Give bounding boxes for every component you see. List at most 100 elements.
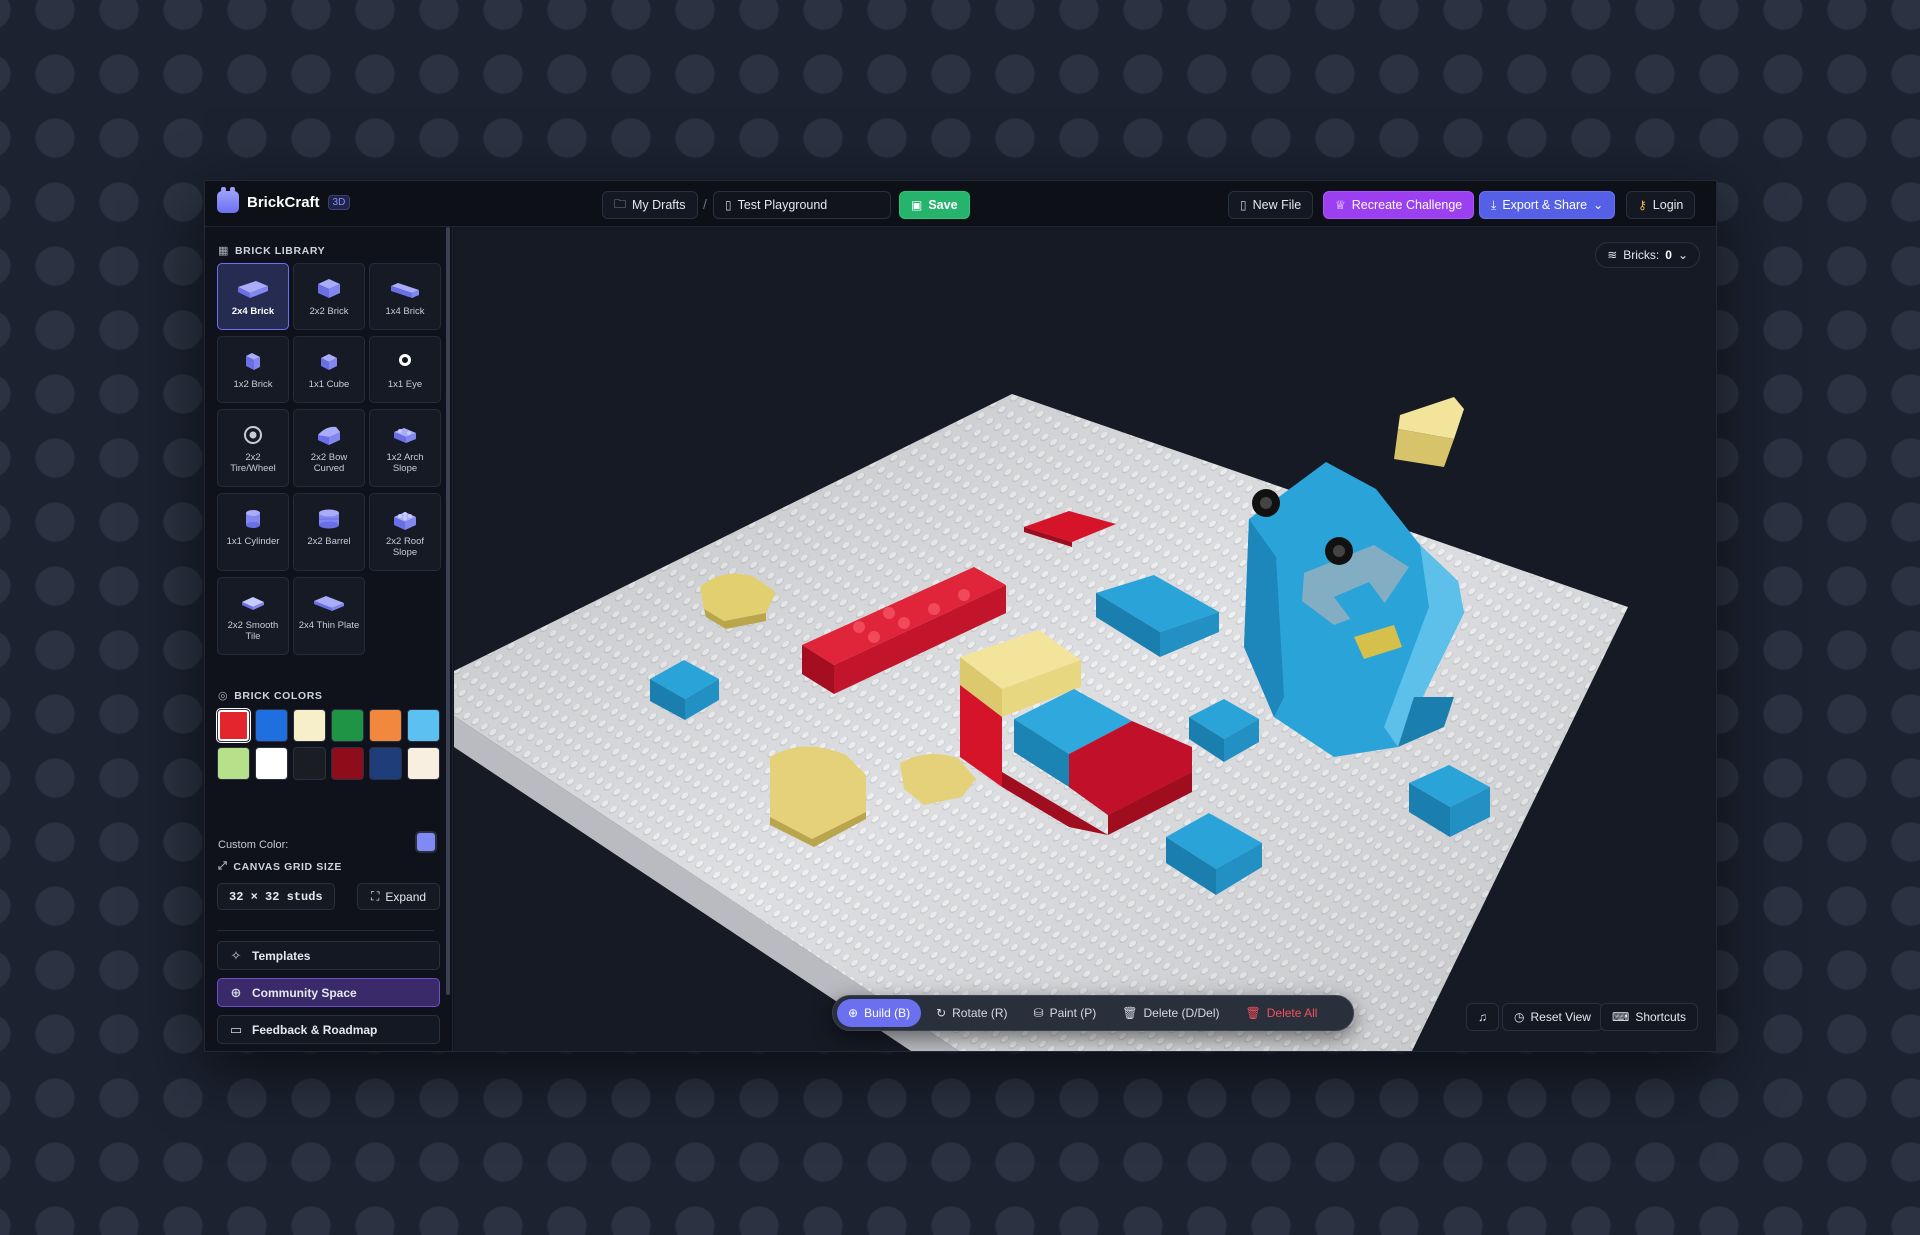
brick-colors-title: BRICK COLORS — [234, 689, 323, 702]
brick-label: 2x2 Tire/Wheel — [230, 452, 276, 474]
brick-label: 1x4 Brick — [385, 306, 425, 317]
color-swatch[interactable] — [293, 709, 326, 742]
brick-library-title: BRICK LIBRARY — [235, 244, 326, 257]
brand[interactable]: BrickCraft 3D — [217, 187, 351, 213]
feedback-label: Feedback & Roadmap — [252, 1022, 378, 1037]
eye-1x1[interactable]: 1x1 Eye — [369, 336, 441, 403]
color-swatch[interactable] — [407, 709, 440, 742]
color-swatch[interactable] — [331, 709, 364, 742]
blue-structure[interactable] — [1244, 397, 1464, 757]
brickcraft-logo-icon — [217, 187, 239, 213]
download-icon: ⤓ — [1491, 197, 1497, 212]
templates-link[interactable]: ✧ Templates — [217, 941, 440, 970]
color-swatch[interactable] — [217, 709, 250, 742]
brick-label: 2x2 Smooth Tile — [227, 620, 279, 642]
grid-icon: ▦ — [218, 245, 229, 257]
color-swatch[interactable] — [255, 709, 288, 742]
brick-label: 2x2 Bow Curved — [310, 452, 348, 474]
top-bar: BrickCraft 3D 🗀 My Drafts / ▯ Test Playg… — [205, 181, 1716, 227]
key-icon: ⚷ — [1638, 198, 1647, 212]
thin-plate-2x4[interactable]: 2x4 Thin Plate — [293, 577, 365, 655]
delete-label: Delete (D/Del) — [1143, 1006, 1220, 1020]
file-icon: ▯ — [725, 198, 732, 212]
roof-slope-2x2[interactable]: 2x2 Roof Slope — [369, 493, 441, 571]
my-drafts-label: My Drafts — [632, 198, 686, 212]
bricks-label: Bricks: — [1623, 248, 1660, 262]
brick-label: 2x2 Barrel — [307, 536, 351, 547]
login-label: Login — [1652, 198, 1684, 212]
color-swatch[interactable] — [293, 747, 326, 780]
custom-color-picker[interactable] — [415, 831, 437, 853]
brick-label: 1x1 Cube — [308, 379, 350, 390]
smooth-tile-2x2[interactable]: 2x2 Smooth Tile — [217, 577, 289, 655]
rotate-icon: ↻ — [936, 1006, 947, 1020]
build-tool-button[interactable]: ⊕ Build (B) — [837, 999, 922, 1027]
community-space-link[interactable]: ⊕ Community Space — [217, 978, 440, 1007]
compass-icon: ◷ — [1514, 1010, 1525, 1024]
arch-slope-1x2[interactable]: 1x2 Arch Slope — [369, 409, 441, 487]
brick-1x2[interactable]: 1x2 Brick — [217, 336, 289, 403]
recreate-challenge-button[interactable]: ♕ Recreate Challenge — [1323, 191, 1475, 219]
music-note-icon: ♫ — [1478, 1010, 1487, 1024]
new-file-button[interactable]: ▯ New File — [1228, 191, 1314, 219]
color-swatch[interactable] — [217, 747, 250, 780]
cube-1x1[interactable]: 1x1 Cube — [293, 336, 365, 403]
custom-color-label: Custom Color: — [218, 839, 289, 851]
breadcrumb-separator: / — [703, 196, 707, 212]
login-button[interactable]: ⚷ Login — [1626, 191, 1696, 219]
community-label: Community Space — [252, 985, 357, 1000]
color-swatch[interactable] — [369, 747, 402, 780]
save-icon: ▣ — [911, 198, 923, 212]
smooth-tile-icon — [236, 588, 270, 618]
color-swatch[interactable] — [331, 747, 364, 780]
save-button[interactable]: ▣ Save — [899, 191, 970, 219]
brick-2x2-icon — [312, 274, 346, 304]
build-canvas[interactable]: ≋ Bricks: 0 ⌄ ⊕ Build (B) ↻ Rotate (R) ⛁… — [454, 227, 1716, 1051]
save-label: Save — [928, 198, 958, 212]
paint-bucket-icon: ⛁ — [1033, 1006, 1044, 1020]
delete-all-button[interactable]: 🗑 Delete All — [1235, 999, 1329, 1027]
expand-button[interactable]: ⛶ Expand — [357, 883, 440, 910]
delete-all-label: Delete All — [1266, 1006, 1318, 1020]
brick-label: 2x4 Thin Plate — [298, 620, 360, 631]
shortcuts-label: Shortcuts — [1635, 1010, 1687, 1024]
shortcuts-button[interactable]: ⌨ Shortcuts — [1600, 1003, 1699, 1031]
color-swatch[interactable] — [369, 709, 402, 742]
bow-curved-2x2[interactable]: 2x2 Bow Curved — [293, 409, 365, 487]
brick-1x4[interactable]: 1x4 Brick — [369, 263, 441, 330]
barrel-2x2[interactable]: 2x2 Barrel — [293, 493, 365, 571]
bricks-counter[interactable]: ≋ Bricks: 0 ⌄ — [1595, 242, 1700, 268]
brick-2x2[interactable]: 2x2 Brick — [293, 263, 365, 330]
paint-tool-button[interactable]: ⛁ Paint (P) — [1023, 999, 1108, 1027]
message-icon: ▭ — [229, 1021, 243, 1037]
new-file-label: New File — [1252, 198, 1302, 212]
sidebar-scrollbar[interactable] — [446, 227, 450, 995]
color-swatch[interactable] — [407, 747, 440, 780]
brick-1x2-icon — [236, 347, 270, 377]
brick-label: 1x2 Brick — [233, 379, 273, 390]
grid-size-display: 32 × 32 studs — [217, 883, 335, 910]
brick-2x4[interactable]: 2x4 Brick — [217, 263, 289, 330]
delete-tool-button[interactable]: 🗑 Delete (D/Del) — [1111, 999, 1230, 1027]
color-swatch[interactable] — [255, 747, 288, 780]
layers-icon: ≋ — [1607, 248, 1618, 262]
wheel-2x2[interactable]: 2x2 Tire/Wheel — [217, 409, 289, 487]
reset-view-button[interactable]: ◷ Reset View — [1502, 1003, 1603, 1031]
app-window: BrickCraft 3D 🗀 My Drafts / ▯ Test Playg… — [204, 180, 1717, 1052]
export-share-button[interactable]: ⤓ Export & Share ⌄ — [1479, 191, 1616, 219]
music-button[interactable]: ♫ — [1466, 1003, 1499, 1031]
tool-toolbar: ⊕ Build (B) ↻ Rotate (R) ⛁ Paint (P) 🗑 D… — [832, 995, 1354, 1031]
brick-label: 1x1 Cylinder — [226, 536, 280, 547]
build-label: Build (B) — [864, 1006, 911, 1020]
project-name-field[interactable]: ▯ Test Playground — [713, 191, 891, 219]
templates-label: Templates — [252, 948, 311, 963]
reset-view-label: Reset View — [1530, 1010, 1591, 1024]
feedback-roadmap-link[interactable]: ▭ Feedback & Roadmap — [217, 1015, 440, 1044]
export-label: Export & Share — [1502, 198, 1588, 212]
cube-1x1-icon — [312, 347, 346, 377]
scene-3d[interactable] — [454, 227, 1716, 1051]
my-drafts-button[interactable]: 🗀 My Drafts — [602, 191, 698, 219]
cylinder-1x1[interactable]: 1x1 Cylinder — [217, 493, 289, 571]
rotate-tool-button[interactable]: ↻ Rotate (R) — [925, 999, 1018, 1027]
arch-slope-icon — [388, 420, 422, 450]
